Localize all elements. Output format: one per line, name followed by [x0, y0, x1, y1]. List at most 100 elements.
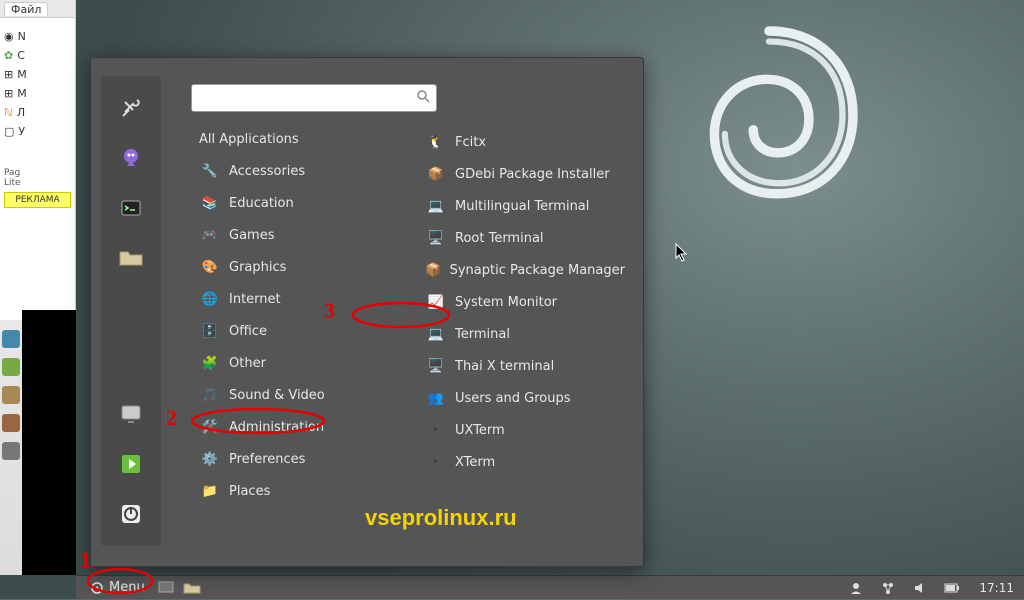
terminal-icon: 💻 [425, 195, 447, 217]
show-desktop-button[interactable] [156, 578, 176, 598]
category-label: Games [229, 228, 274, 243]
app-terminal[interactable]: 💻Terminal [417, 318, 633, 350]
sidebar-label: Lite [4, 178, 71, 188]
app-label: XTerm [455, 455, 495, 470]
category-label: Sound & Video [229, 388, 325, 403]
app-users-groups[interactable]: 👥Users and Groups [417, 382, 633, 414]
education-icon: 📚 [199, 192, 221, 214]
app-multilingual-terminal[interactable]: 💻 Multilingual Terminal [417, 190, 633, 222]
app-label: Multilingual Terminal [455, 199, 589, 214]
places-icon: 📁 [199, 480, 221, 502]
category-places[interactable]: 📁 Places [191, 475, 427, 507]
app-label: Synaptic Package Manager [450, 263, 625, 278]
search-input[interactable] [198, 91, 416, 106]
monitor-lock-icon [119, 402, 143, 426]
bookmark-row[interactable]: ▢У [4, 125, 71, 138]
app-label: System Monitor [455, 295, 557, 310]
synaptic-icon: 📦 [425, 259, 442, 281]
category-label: Administration [229, 420, 324, 435]
category-other[interactable]: 🧩 Other [191, 347, 427, 379]
debian-swirl-logo [664, 10, 874, 220]
bookmark-row[interactable]: ⊞M [4, 87, 71, 100]
app-root-terminal[interactable]: 🖥️Root Terminal [417, 222, 633, 254]
office-icon: 🗄️ [199, 320, 221, 342]
category-column: All Applications 🔧Accessories 📚 Education… [191, 126, 427, 546]
app-fcitx[interactable]: 🐧 Fcitx [417, 126, 633, 158]
taskbar-clock[interactable]: 17:11 [969, 581, 1024, 595]
app-label: Thai X terminal [455, 359, 554, 374]
category-internet[interactable]: 🌐Internet [191, 283, 427, 315]
administration-icon: 🛠️ [199, 416, 221, 438]
xterm-icon: ▪️ [425, 419, 447, 441]
app-label: Terminal [455, 327, 510, 342]
category-education[interactable]: 📚 Education [191, 187, 427, 219]
file-manager-button[interactable] [182, 578, 202, 598]
other-icon: 🧩 [199, 352, 221, 374]
taskbar: Menu 17:11 [76, 575, 1024, 599]
app-synaptic[interactable]: 📦 Synaptic Package Manager [417, 254, 633, 286]
category-graphics[interactable]: 🎨 Graphics [191, 251, 427, 283]
favorite-files[interactable] [109, 236, 153, 280]
bookmark-row[interactable]: ✿C [4, 49, 71, 62]
app-label: UXTerm [455, 423, 505, 438]
category-label: Places [229, 484, 270, 499]
menu-search-field[interactable] [191, 84, 437, 112]
category-label: Education [229, 196, 294, 211]
menu-button-label: Menu [109, 580, 145, 595]
accessories-icon: 🔧 [199, 160, 221, 182]
app-gdebi[interactable]: 📦GDebi Package Installer [417, 158, 633, 190]
category-sound-video[interactable]: 🎵 Sound & Video [191, 379, 427, 411]
app-uxterm[interactable]: ▪️ UXTerm [417, 414, 633, 446]
category-label: Other [229, 356, 266, 371]
lock-screen-button[interactable] [109, 392, 153, 436]
wrench-screwdriver-icon [119, 96, 143, 120]
tray-network-icon[interactable] [878, 578, 898, 598]
sidebar-label: Pag [4, 168, 71, 178]
folder-icon [118, 247, 144, 269]
folder-icon [183, 581, 201, 595]
tray-battery-icon[interactable] [942, 578, 962, 598]
category-accessories[interactable]: 🔧Accessories [191, 155, 427, 187]
bookmark-row[interactable]: ◉N [4, 30, 71, 43]
internet-icon: 🌐 [199, 288, 221, 310]
penguin-icon: 🐧 [425, 131, 447, 153]
gear-icon [90, 581, 104, 595]
menu-button[interactable]: Menu [82, 578, 153, 598]
bookmark-row[interactable]: ⊞M [4, 68, 71, 81]
sound-video-icon: 🎵 [199, 384, 221, 406]
exit-icon [119, 452, 143, 476]
favorite-terminal[interactable] [109, 186, 153, 230]
app-label: Fcitx [455, 135, 486, 150]
browser-tab[interactable]: Файл [4, 2, 48, 16]
category-label: Graphics [229, 260, 286, 275]
background-app-dock [0, 320, 22, 575]
app-xterm[interactable]: ▪️XTerm [417, 446, 633, 478]
logout-button[interactable] [109, 442, 153, 486]
app-system-monitor[interactable]: 📈System Monitor [417, 286, 633, 318]
package-icon: 📦 [425, 163, 447, 185]
games-icon: 🎮 [199, 224, 221, 246]
ad-banner: РЕКЛАМА [4, 192, 71, 208]
terminal-icon: 🖥️ [425, 355, 447, 377]
pidgin-icon [119, 146, 143, 170]
shutdown-button[interactable] [109, 492, 153, 536]
favorite-settings[interactable] [109, 86, 153, 130]
system-tray [843, 578, 969, 598]
tray-user-icon[interactable] [846, 578, 866, 598]
search-icon [416, 89, 430, 107]
tray-volume-icon[interactable] [910, 578, 930, 598]
bookmark-row[interactable]: ℕЛ [4, 106, 71, 119]
app-thai-x-terminal[interactable]: 🖥️ Thai X terminal [417, 350, 633, 382]
root-terminal-icon: 🖥️ [425, 227, 447, 249]
graphics-icon: 🎨 [199, 256, 221, 278]
all-applications-heading[interactable]: All Applications [191, 126, 427, 155]
favorite-pidgin[interactable] [109, 136, 153, 180]
preferences-icon: ⚙️ [199, 448, 221, 470]
category-games[interactable]: 🎮 Games [191, 219, 427, 251]
category-office[interactable]: 🗄️Office [191, 315, 427, 347]
terminal-icon [119, 196, 143, 220]
desktop-icon [158, 581, 174, 595]
app-label: Users and Groups [455, 391, 570, 406]
category-administration[interactable]: 🛠️ Administration [191, 411, 427, 443]
category-preferences[interactable]: ⚙️Preferences [191, 443, 427, 475]
